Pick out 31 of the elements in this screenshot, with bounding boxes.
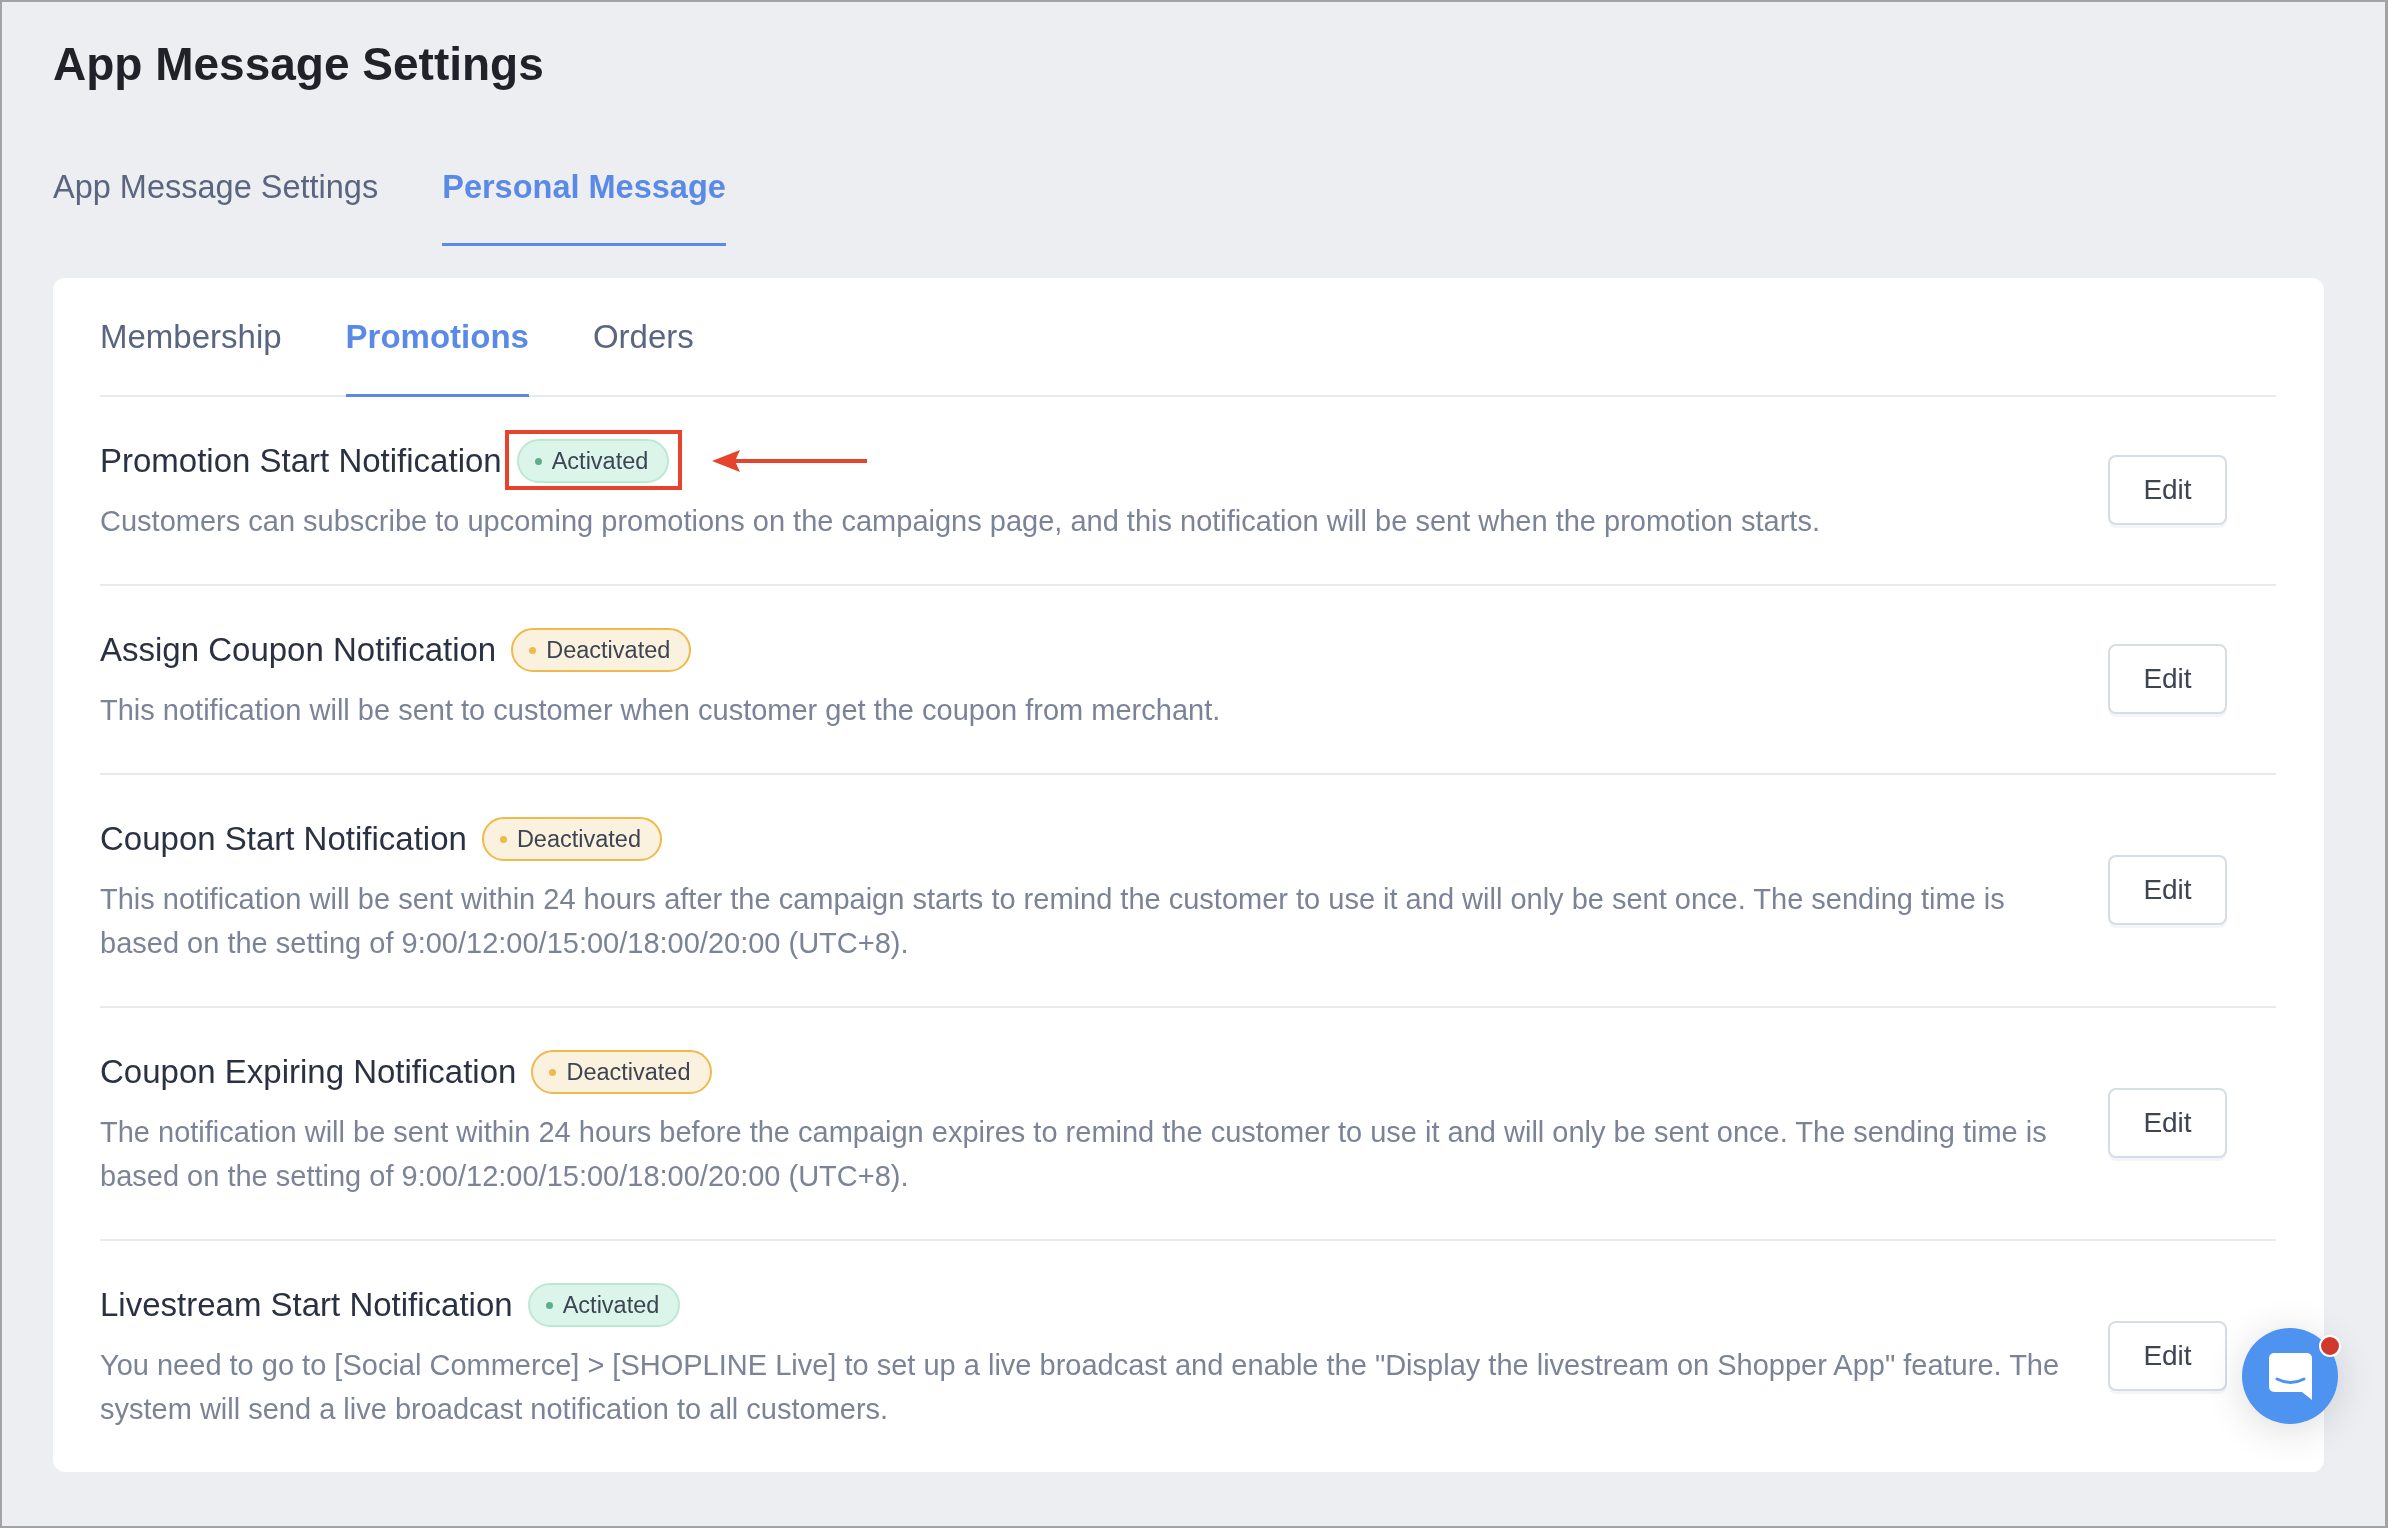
notification-title: Assign Coupon Notification <box>100 630 497 670</box>
notification-title: Livestream Start Notification <box>100 1285 513 1325</box>
notification-description: This notification will be sent to customer when customer get the coupon from merchant. <box>100 693 1222 728</box>
status-dot-icon <box>545 1301 553 1309</box>
edit-button[interactable]: Edit <box>2108 1321 2227 1391</box>
notification-description: Customers can subscribe to upcoming promotions on the campaigns page, and this notification will be sent when the promotion starts. <box>100 504 1821 539</box>
edit-button[interactable]: Edit <box>2108 644 2227 714</box>
chat-bubble-icon <box>2268 1352 2312 1400</box>
left-arrow-icon <box>712 449 868 473</box>
notification-description: The notification will be sent within 24 hours before the campaign expires to remind the customer to use it and will only be sent once. The sending time is based on the setting of 9:00/12:00/15:00/18:00/20:00 (UTC+8). <box>100 1115 2048 1194</box>
tab[interactable]: Orders <box>592 278 694 397</box>
status-dot-icon <box>499 835 507 843</box>
notification-title: Coupon Expiring Notification <box>100 1052 517 1092</box>
status-dot-icon <box>534 457 542 465</box>
tab[interactable]: App Message Settings <box>53 132 379 246</box>
status-label: Activated <box>562 1291 660 1319</box>
status-label: Deactivated <box>566 1058 691 1086</box>
edit-button[interactable]: Edit <box>2108 1088 2227 1158</box>
edit-button[interactable]: Edit <box>2108 455 2227 525</box>
tab[interactable]: Membership <box>100 278 282 397</box>
status-dot-icon <box>549 1068 557 1076</box>
page-title: App Message Settings <box>53 37 545 92</box>
status-label: Activated <box>551 447 649 475</box>
edit-button[interactable]: Edit <box>2108 855 2227 925</box>
status-dot-icon <box>529 646 537 654</box>
status-label: Deactivated <box>516 825 641 853</box>
notification-description: You need to go to [Social Commerce] > [SHOPLINE Live] to set up a live broadcast and enable the "Display the livestream on Shopper App" feature. The system will send a live broadcast notification to all customers. <box>100 1348 2061 1427</box>
status-label: Deactivated <box>546 636 671 664</box>
notification-title: Coupon Start Notification <box>100 819 467 859</box>
notification-description: This notification will be sent within 24 hours after the campaign starts to remind the customer to use it and will only be sent once. The sending time is based on the setting of 9:00/12:00/15:00/18:00/20:00 (UTC+8). <box>100 882 2006 961</box>
notification-title: Promotion Start Notification <box>100 441 502 481</box>
